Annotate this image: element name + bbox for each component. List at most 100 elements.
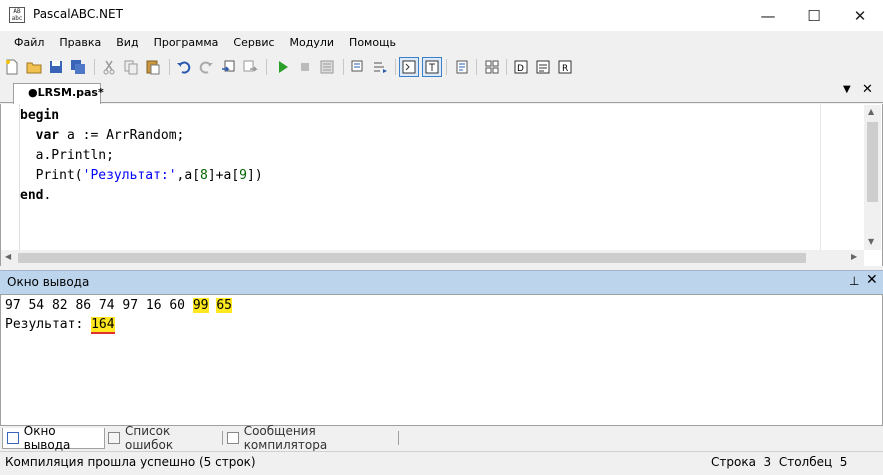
editor-right-margin-line xyxy=(820,104,821,250)
output-close-icon[interactable]: ✕ xyxy=(866,272,878,288)
toolbar-separator xyxy=(446,59,447,75)
toolbar-separator xyxy=(506,59,507,75)
output-line-result: Результат: 164 xyxy=(5,316,115,334)
code-line[interactable]: Print('Результат:',a[8]+a[9]) xyxy=(20,166,263,186)
maximize-icon: ☐ xyxy=(807,6,821,25)
cursor-position: Строка 3 Столбец 5 xyxy=(711,455,848,469)
toolbar-separator xyxy=(266,59,267,75)
debug-icon[interactable] xyxy=(317,57,337,77)
keyword: end xyxy=(20,188,44,203)
output-panel-title: Окно вывода xyxy=(7,275,90,289)
maximize-button[interactable]: ☐ xyxy=(791,0,837,31)
tab-label: Окно вывода xyxy=(23,424,71,452)
scroll-down-icon[interactable]: ▼ xyxy=(868,237,874,246)
code-line[interactable]: a.Println; xyxy=(20,146,114,166)
output-line-numbers: 97 54 82 86 74 97 16 60 99 65 xyxy=(5,297,232,315)
output-window-icon xyxy=(7,432,19,444)
properties-icon[interactable] xyxy=(482,57,502,77)
keyword: var xyxy=(35,128,60,143)
step-over-icon[interactable] xyxy=(370,57,390,77)
text-icon[interactable] xyxy=(422,57,442,77)
compiler-messages-icon xyxy=(227,432,239,444)
highlighted-number: 65 xyxy=(216,298,232,313)
code-text: a.Println; xyxy=(20,148,114,163)
toolbar-separator xyxy=(476,59,477,75)
minimize-button[interactable]: — xyxy=(745,0,791,31)
vertical-scroll-thumb[interactable] xyxy=(867,122,878,202)
minimize-icon: — xyxy=(760,6,776,25)
tab-label: ●LRSM.pas* xyxy=(28,86,104,99)
scroll-up-icon[interactable]: ▲ xyxy=(868,107,874,116)
app-icon-text: AB abc xyxy=(11,8,23,22)
number-literal: 8 xyxy=(200,168,208,183)
toolbar-separator xyxy=(343,59,344,75)
format-icon[interactable] xyxy=(452,57,472,77)
pin-icon[interactable]: ⊥ xyxy=(849,274,859,288)
paste-icon[interactable] xyxy=(143,57,163,77)
output-panel-header xyxy=(0,270,883,294)
redo-icon[interactable] xyxy=(196,57,216,77)
code-line[interactable]: end. xyxy=(20,186,51,206)
compile-icon[interactable] xyxy=(218,57,238,77)
window-icon-2[interactable]: R xyxy=(555,57,575,77)
menu-bar: Файл Правка Вид Программа Сервис Модули … xyxy=(0,31,883,54)
save-icon[interactable] xyxy=(46,57,66,77)
menu-view[interactable]: Вид xyxy=(109,36,146,49)
close-button[interactable]: ✕ xyxy=(837,0,883,31)
new-file-icon[interactable] xyxy=(2,57,22,77)
editor-gutter xyxy=(1,104,20,250)
highlighted-number: 99 xyxy=(192,298,209,313)
menu-modules[interactable]: Модули xyxy=(283,36,343,49)
output-text: 97 54 82 86 74 97 16 60 xyxy=(5,298,193,313)
close-icon: ✕ xyxy=(853,6,867,25)
code-line[interactable]: begin xyxy=(20,106,59,126)
tab-output-window[interactable]: Окно вывода xyxy=(2,424,105,452)
copy-icon[interactable] xyxy=(121,57,141,77)
tab-close-icon[interactable]: ✕ xyxy=(862,82,873,97)
step-into-icon[interactable] xyxy=(348,57,368,77)
horizontal-scroll-thumb[interactable] xyxy=(18,253,806,263)
stop-icon[interactable] xyxy=(295,57,315,77)
code-text: ]+a[ xyxy=(207,168,240,183)
scroll-left-icon[interactable]: ◀ xyxy=(5,252,11,261)
app-icon: AB abc xyxy=(9,7,25,23)
error-list-icon xyxy=(108,432,120,444)
save-all-icon[interactable] xyxy=(68,57,88,77)
open-folder-icon[interactable] xyxy=(24,57,44,77)
scroll-right-icon[interactable]: ▶ xyxy=(851,252,857,261)
toolbar-separator xyxy=(169,59,170,75)
tab-compiler-messages[interactable]: Сообщения компилятора xyxy=(223,424,398,452)
tab-separator xyxy=(398,431,399,445)
tab-list-dropdown-icon[interactable]: ▼ xyxy=(843,84,851,95)
menu-file[interactable]: Файл xyxy=(7,36,52,49)
cut-icon[interactable] xyxy=(99,57,119,77)
tab-error-list[interactable]: Список ошибок xyxy=(104,424,222,452)
result-label: Результат: xyxy=(5,317,92,332)
result-value: 164 xyxy=(91,317,115,334)
code-text: ,a[ xyxy=(176,168,201,183)
string-literal: 'Результат:' xyxy=(82,168,177,183)
menu-help[interactable]: Помощь xyxy=(342,36,404,49)
tab-label: Список ошибок xyxy=(124,424,174,452)
tab-label: Сообщения компилятора xyxy=(243,424,328,452)
window-icon-1[interactable] xyxy=(533,57,553,77)
keyword: begin xyxy=(20,108,60,123)
code-text: ]) xyxy=(247,168,263,183)
undo-icon[interactable] xyxy=(174,57,194,77)
debug-windows-icon[interactable]: D xyxy=(511,57,531,77)
menu-edit[interactable]: Правка xyxy=(52,36,109,49)
code-line[interactable]: var a := ArrRandom; xyxy=(20,126,185,146)
tab-lrsm-pas[interactable]: ●LRSM.pas* xyxy=(13,83,104,104)
menu-service[interactable]: Сервис xyxy=(226,36,282,49)
run-icon[interactable] xyxy=(273,57,293,77)
toolbar-separator xyxy=(395,59,396,75)
svg-text:R: R xyxy=(562,64,568,74)
svg-text:D: D xyxy=(517,64,524,74)
window-title: PascalABC.NET xyxy=(33,7,123,21)
console-icon[interactable] xyxy=(399,57,419,77)
code-text: Print( xyxy=(20,168,83,183)
menu-program[interactable]: Программа xyxy=(147,36,227,49)
build-icon[interactable] xyxy=(240,57,260,77)
status-message: Компиляция прошла успешно (5 строк) xyxy=(5,455,256,469)
